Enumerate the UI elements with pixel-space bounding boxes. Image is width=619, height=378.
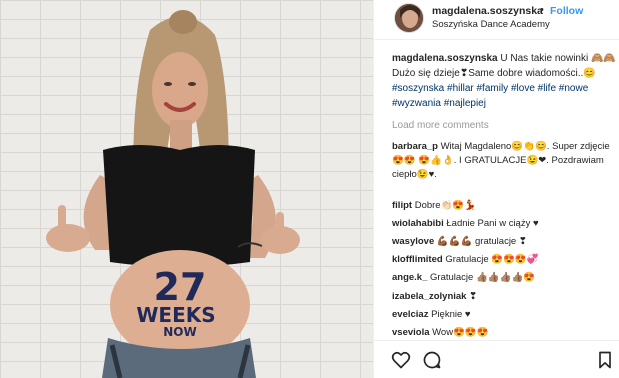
belly-word-now: NOW	[163, 325, 196, 339]
comment-text: 💪🏾💪🏾💪🏾 gratulacje ❣	[436, 236, 527, 247]
follow-button[interactable]: Follow	[550, 5, 583, 17]
hashtag[interactable]: #hillar	[447, 83, 474, 94]
post-sidebar: magdalena.soszynska • Follow Soszyńska D…	[373, 0, 619, 378]
comment: evelciaz Pięknie ♥	[392, 307, 618, 322]
comment-username[interactable]: evelciaz	[392, 309, 428, 320]
comment: izabela_zolyniak ❣	[392, 289, 618, 304]
comment-text: Ładnie Pani w ciąży ♥	[446, 218, 539, 229]
comment-username[interactable]: klofflimited	[392, 254, 443, 265]
comment: wiolahabibi Ładnie Pani w ciąży ♥	[392, 216, 618, 231]
comment-text: Wow😍😍😍	[432, 327, 489, 338]
comment-username[interactable]: vseviola	[392, 327, 430, 338]
hashtag[interactable]: #najlepiej	[444, 98, 486, 109]
comment-username[interactable]: barbara_p	[392, 141, 438, 152]
separator-dot: •	[540, 4, 544, 16]
comment-icon[interactable]	[422, 350, 442, 370]
comment-username[interactable]: filipt	[392, 200, 412, 211]
post-location[interactable]: Soszyńska Dance Academy	[432, 19, 550, 30]
comment-username[interactable]: izabela_zolyniak	[392, 291, 466, 302]
comment: ange.k_ Gratulacje 👍🏽👍🏽👍🏽👍🏽😍	[392, 270, 618, 285]
belly-word-weeks: WEEKS	[136, 303, 215, 327]
comment-text: Gratulacje 😍😍😍💞	[445, 254, 539, 265]
caption-username[interactable]: magdalena.soszynska	[392, 53, 498, 64]
post-author-username[interactable]: magdalena.soszynska	[432, 5, 543, 17]
hashtag[interactable]: #wyzwania	[392, 98, 441, 109]
caption: magdalena.soszynska U Nas takie nowinki …	[392, 51, 618, 111]
hashtag[interactable]: #love	[511, 83, 535, 94]
post-actions-bar	[374, 340, 619, 378]
comment-text: Dobre👏🏻😍💃	[414, 200, 477, 211]
comment-text: Gratulacje 👍🏽👍🏽👍🏽👍🏽😍	[430, 272, 536, 283]
comment-username[interactable]: wasylove	[392, 236, 434, 247]
bookmark-icon[interactable]	[595, 350, 615, 370]
photo-illustration: 27 WEEKS NOW	[46, 10, 300, 378]
comment: barbara_p Witaj Magdaleno😊👏😊. Super zdję…	[392, 140, 618, 182]
post-header: magdalena.soszynska • Follow Soszyńska D…	[374, 0, 619, 40]
avatar[interactable]	[394, 3, 424, 33]
hashtag[interactable]: #family	[477, 83, 509, 94]
comment: klofflimited Gratulacje 😍😍😍💞	[392, 252, 618, 267]
load-more-comments-link[interactable]: Load more comments	[392, 120, 489, 131]
hashtag[interactable]: #nowe	[559, 83, 588, 94]
comment: wasylove 💪🏾💪🏾💪🏾 gratulacje ❣	[392, 234, 618, 249]
comment-text: Pięknie ♥	[431, 309, 471, 320]
hashtag[interactable]: #soszynska	[392, 83, 444, 94]
comment: vseviola Wow😍😍😍	[392, 325, 618, 340]
comment-username[interactable]: wiolahabibi	[392, 218, 444, 229]
comment-text: ❣	[469, 291, 478, 302]
comment-username[interactable]: ange.k_	[392, 272, 427, 283]
comment: filipt Dobre👏🏻😍💃	[392, 198, 618, 213]
post-photo[interactable]: 27 WEEKS NOW	[0, 0, 373, 378]
heart-icon[interactable]	[391, 350, 411, 370]
hashtag[interactable]: #life	[538, 83, 556, 94]
